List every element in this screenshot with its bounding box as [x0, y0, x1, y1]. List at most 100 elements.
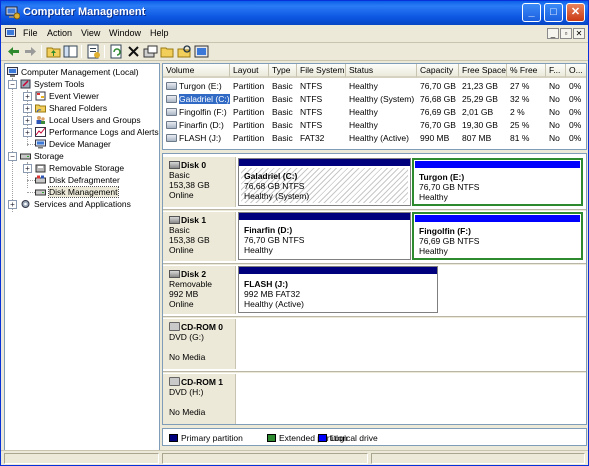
cdrom-1-label[interactable]: CD-ROM 1 DVD (H:) No Media [163, 374, 236, 424]
mdi-close-button[interactable]: ✕ [573, 28, 585, 39]
volume-icon [166, 95, 177, 103]
cell-free-space: 25,29 GB [462, 94, 498, 104]
delete-icon[interactable] [126, 44, 141, 59]
column-header-volume[interactable]: Volume [163, 64, 230, 78]
tree-item-services-applications[interactable]: Services and Applications [20, 198, 131, 210]
cell-volume[interactable]: Galadriel (C:) [163, 93, 230, 105]
up-folder-icon[interactable] [46, 44, 61, 59]
disk-2-state: Online [169, 299, 194, 309]
menu-view[interactable]: View [81, 28, 100, 38]
column-header-fault-tolerance[interactable]: F... [546, 64, 566, 78]
performance-logs-icon [35, 127, 46, 137]
expand-services-toggle[interactable]: + [8, 200, 17, 209]
tree-item-disk-management[interactable]: Disk Management [35, 186, 119, 198]
column-header-layout[interactable]: Layout [230, 64, 269, 78]
disk-1-label[interactable]: Disk 1 Basic 153,38 GB Online [163, 212, 236, 261]
menu-help[interactable]: Help [150, 28, 169, 38]
cdrom-0-label[interactable]: CD-ROM 0 DVD (G:) No Media [163, 319, 236, 369]
minimize-button[interactable]: _ [522, 3, 541, 22]
disk-0-label[interactable]: Disk 0 Basic 153,38 GB Online [163, 157, 236, 207]
disk-management-icon [35, 189, 46, 196]
properties-icon[interactable] [86, 44, 101, 59]
expand-local-users-toggle[interactable]: + [23, 116, 32, 125]
title-bar[interactable]: Computer Management _ □ ✕ [1, 1, 588, 25]
tree-item-removable-storage[interactable]: Removable Storage [35, 162, 124, 174]
close-button[interactable]: ✕ [566, 3, 585, 22]
tree-item-local-users[interactable]: Local Users and Groups [35, 114, 141, 126]
volume-icon [166, 108, 177, 116]
tree-label-local-users: Local Users and Groups [49, 115, 141, 125]
cell-capacity: 76,69 GB [420, 107, 456, 117]
tree-item-event-viewer[interactable]: Event Viewer [35, 90, 99, 102]
column-header-file-system[interactable]: File System [297, 64, 346, 78]
tree-item-shared-folders[interactable]: Shared Folders [35, 102, 107, 114]
legend-extended-swatch [267, 434, 276, 442]
column-header-overhead[interactable]: O... [566, 64, 586, 78]
partition-finarfin-d[interactable]: Finarfin (D:) 76,70 GB NTFS Healthy [238, 212, 411, 260]
cell-status: Healthy [349, 107, 378, 117]
cell-capacity: 990 MB [420, 133, 450, 143]
column-header-free-space[interactable]: Free Space [459, 64, 507, 78]
disk-0-name: Disk 0 [181, 160, 207, 170]
disk-separator [163, 263, 586, 265]
cell-free-space: 21,23 GB [462, 81, 498, 91]
disk-0-size: 153,38 GB [169, 180, 210, 190]
tree-item-system-tools[interactable]: System Tools [20, 78, 84, 90]
tree-item-perf-logs[interactable]: Performance Logs and Alerts [35, 126, 159, 138]
cell-percent-free: 2 % [510, 107, 525, 117]
cell-file-system: FAT32 [300, 133, 325, 143]
cell-status: Healthy [349, 81, 378, 91]
refresh-icon[interactable] [109, 44, 124, 59]
disk-2-label[interactable]: Disk 2 Removable 992 MB Online [163, 266, 236, 314]
cell-volume[interactable]: Finarfin (D:) [163, 119, 230, 131]
column-header-percent-free[interactable]: % Free [507, 64, 546, 78]
expand-perf-logs-toggle[interactable]: + [23, 128, 32, 137]
maximize-button[interactable]: □ [544, 3, 563, 22]
tree-item-storage[interactable]: Storage [20, 150, 64, 162]
column-header-capacity[interactable]: Capacity [417, 64, 459, 78]
disk-properties-icon[interactable] [143, 44, 158, 59]
cell-volume[interactable]: FLASH (J:) [163, 132, 230, 144]
collapse-storage-toggle[interactable]: − [8, 152, 17, 161]
explore-icon[interactable] [177, 44, 192, 59]
cell-layout: Partition [233, 94, 265, 104]
mdi-restore-button[interactable]: ▫ [560, 28, 572, 39]
cell-volume[interactable]: Fingolfin (F:) [163, 106, 230, 118]
collapse-system-tools-toggle[interactable]: − [8, 80, 17, 89]
window-title: Computer Management [23, 6, 146, 18]
cell-file-system: NTFS [300, 120, 323, 130]
cell-capacity: 76,70 GB [420, 81, 456, 91]
menu-file[interactable]: File [23, 28, 38, 38]
expand-removable-storage-toggle[interactable]: + [23, 164, 32, 173]
volume-name: Turgon (E:) [179, 81, 222, 91]
menu-action[interactable]: Action [47, 28, 72, 38]
tree-item-computer-management[interactable]: Computer Management (Local) [7, 66, 139, 78]
cell-status: Healthy [349, 120, 378, 130]
show-hide-tree-icon[interactable] [63, 44, 78, 59]
expand-shared-folders-toggle[interactable]: + [23, 104, 32, 113]
disk-graphical-view: Disk 0 Basic 153,38 GB Online Galadriel … [162, 153, 587, 425]
partition-flash-j[interactable]: FLASH (J:) 992 MB FAT32 Healthy (Active) [238, 266, 438, 313]
open-folder-icon[interactable] [160, 44, 175, 59]
partition-turgon-e[interactable]: Turgon (E:) 76,70 GB NTFS Healthy [412, 158, 583, 206]
tree-item-device-manager[interactable]: Device Manager [35, 138, 111, 150]
back-arrow-icon[interactable] [6, 44, 21, 59]
partition-fingolfin-f[interactable]: Fingolfin (F:) 76,69 GB NTFS Healthy [412, 212, 583, 260]
forward-arrow-icon[interactable] [23, 44, 38, 59]
computer-management-icon [5, 6, 20, 20]
partition-galadriel-c[interactable]: Galadriel (C:) 76,68 GB NTFS Healthy (Sy… [238, 158, 411, 206]
expand-event-viewer-toggle[interactable]: + [23, 92, 32, 101]
cell-percent-free: 81 % [510, 133, 530, 143]
mdi-minimize-button[interactable]: _ [547, 28, 559, 39]
column-header-type[interactable]: Type [269, 64, 297, 78]
cell-file-system: NTFS [300, 81, 323, 91]
cell-file-system: NTFS [300, 94, 323, 104]
cell-volume[interactable]: Turgon (E:) [163, 80, 230, 92]
tree-item-disk-defragmenter[interactable]: Disk Defragmenter [35, 174, 120, 186]
console-menu-icon[interactable] [5, 28, 16, 39]
disk-separator [163, 371, 586, 373]
volume-name: FLASH (J:) [179, 133, 222, 143]
menu-window[interactable]: Window [109, 28, 141, 38]
drive-help-icon[interactable] [194, 44, 209, 59]
column-header-status[interactable]: Status [346, 64, 417, 78]
